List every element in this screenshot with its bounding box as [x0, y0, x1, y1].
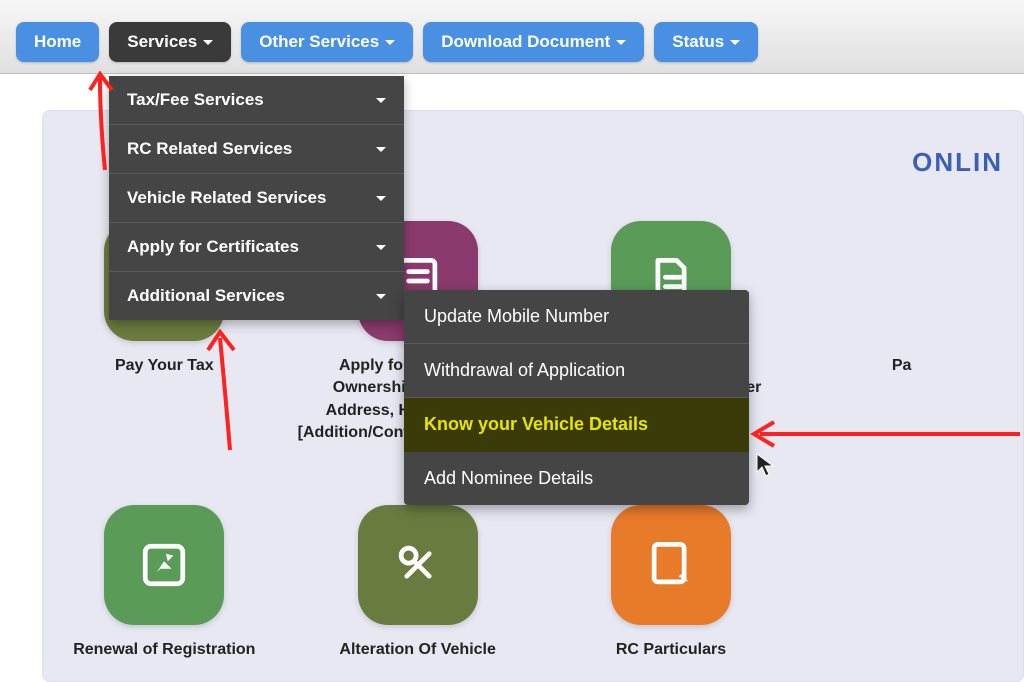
tile-renewal-label: Renewal of Registration — [73, 639, 255, 661]
submenu-add-nominee[interactable]: Add Nominee Details — [404, 452, 749, 505]
menu-tax-fee-label: Tax/Fee Services — [127, 90, 264, 110]
menu-additional-services[interactable]: Additional Services — [109, 272, 404, 320]
additional-services-submenu: Update Mobile Number Withdrawal of Appli… — [404, 290, 749, 505]
panel-title: ONLIN — [912, 147, 1003, 178]
menu-apply-cert-label: Apply for Certificates — [127, 237, 299, 257]
nav-services-label: Services — [127, 32, 197, 52]
navbar: Home Services Other Services Download Do… — [0, 0, 1024, 74]
nav-status[interactable]: Status — [654, 22, 758, 62]
menu-apply-for-certificates[interactable]: Apply for Certificates — [109, 223, 404, 272]
tile-partial-label: Pa — [892, 355, 912, 377]
chevron-down-icon — [376, 147, 386, 152]
nav-status-label: Status — [672, 32, 724, 52]
nav-home-label: Home — [34, 32, 81, 52]
chevron-down-icon — [385, 40, 395, 45]
submenu-update-mobile[interactable]: Update Mobile Number — [404, 290, 749, 344]
menu-vehicle-related-services[interactable]: Vehicle Related Services — [109, 174, 404, 223]
tile-renewal[interactable]: Renewal of Registration — [67, 505, 262, 661]
menu-additional-label: Additional Services — [127, 286, 285, 306]
chevron-down-icon — [203, 40, 213, 45]
menu-rc-related-services[interactable]: RC Related Services — [109, 125, 404, 174]
submenu-add-nominee-label: Add Nominee Details — [424, 468, 593, 488]
tile-rc-particulars-label: RC Particulars — [616, 639, 726, 661]
tile-alteration[interactable]: Alteration Of Vehicle — [298, 505, 538, 661]
nav-download-document[interactable]: Download Document — [423, 22, 644, 62]
services-dropdown: Tax/Fee Services RC Related Services Veh… — [109, 76, 404, 320]
chevron-down-icon — [730, 40, 740, 45]
nav-other-services[interactable]: Other Services — [241, 22, 413, 62]
menu-tax-fee-services[interactable]: Tax/Fee Services — [109, 76, 404, 125]
alteration-icon — [358, 505, 478, 625]
submenu-know-vehicle-details[interactable]: Know your Vehicle Details — [404, 398, 749, 452]
menu-rc-related-label: RC Related Services — [127, 139, 292, 159]
chevron-down-icon — [376, 294, 386, 299]
rc-particulars-icon — [611, 505, 731, 625]
tile-partial[interactable]: Pa — [804, 221, 999, 445]
chevron-down-icon — [616, 40, 626, 45]
renewal-icon — [104, 505, 224, 625]
submenu-know-vehicle-label: Know your Vehicle Details — [424, 414, 648, 434]
submenu-withdrawal[interactable]: Withdrawal of Application — [404, 344, 749, 398]
cursor-icon — [755, 452, 777, 478]
tile-alteration-label: Alteration Of Vehicle — [339, 639, 495, 661]
nav-download-document-label: Download Document — [441, 32, 610, 52]
nav-home[interactable]: Home — [16, 22, 99, 62]
chevron-down-icon — [376, 98, 386, 103]
submenu-withdrawal-label: Withdrawal of Application — [424, 360, 625, 380]
nav-services[interactable]: Services — [109, 22, 231, 62]
nav-other-services-label: Other Services — [259, 32, 379, 52]
submenu-update-mobile-label: Update Mobile Number — [424, 306, 609, 326]
tile-rc-particulars[interactable]: RC Particulars — [574, 505, 769, 661]
chevron-down-icon — [376, 245, 386, 250]
tile-pay-tax-label: Pay Your Tax — [115, 355, 214, 377]
chevron-down-icon — [376, 196, 386, 201]
menu-vehicle-related-label: Vehicle Related Services — [127, 188, 326, 208]
